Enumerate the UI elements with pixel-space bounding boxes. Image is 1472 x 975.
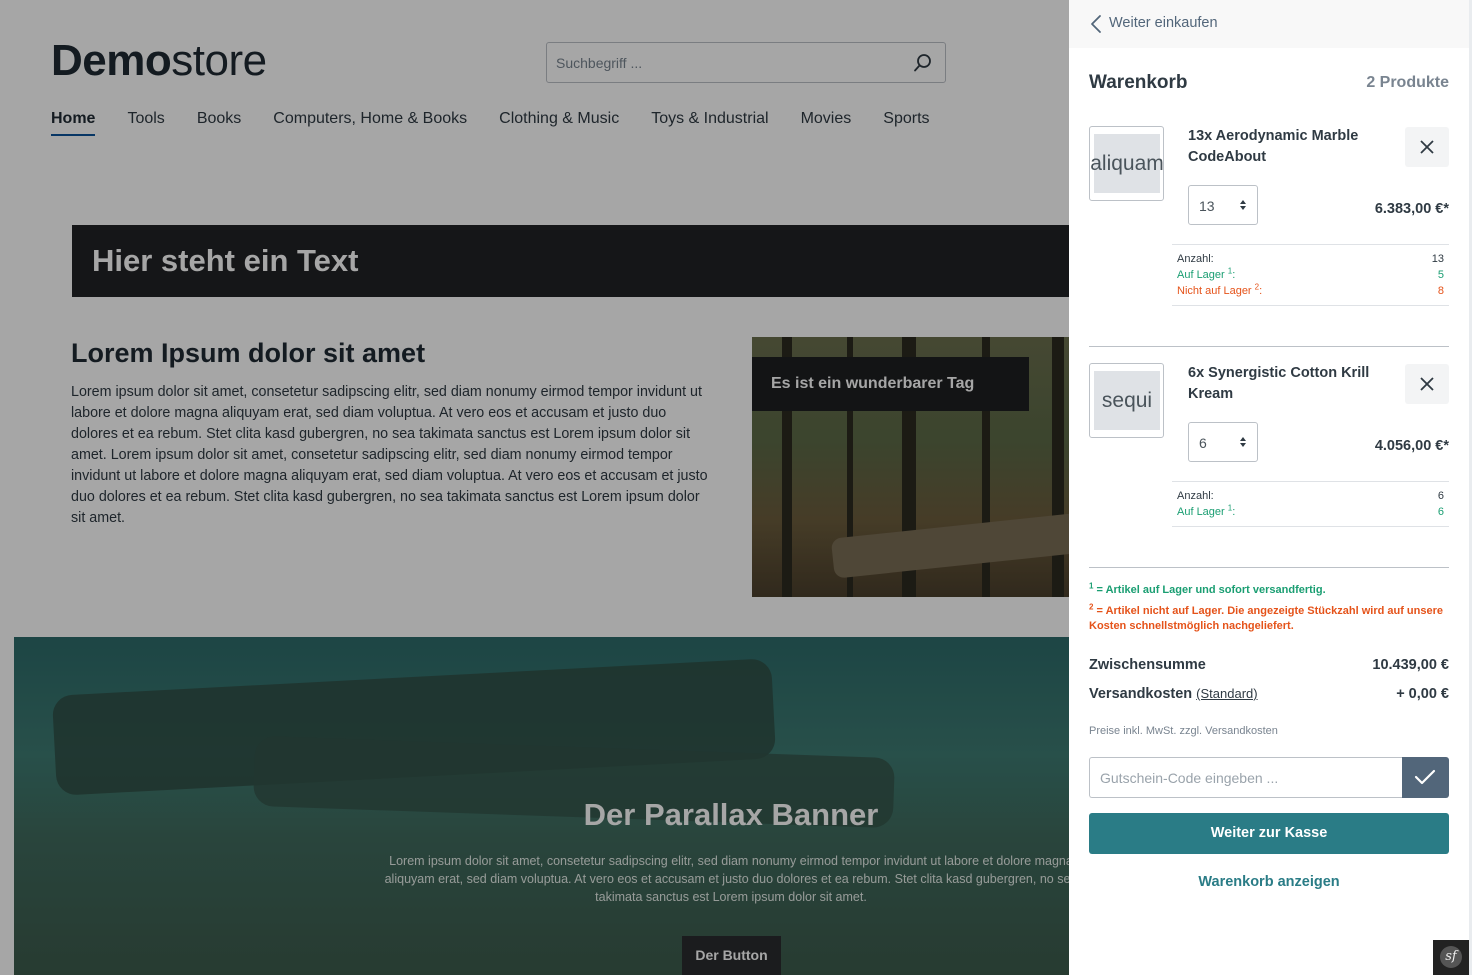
cart-product-count: 2 Produkte (1366, 74, 1449, 91)
quantity-label: Anzahl: (1177, 490, 1214, 502)
chevron-left-icon[interactable] (1090, 14, 1102, 34)
voucher-form (1089, 757, 1449, 798)
cart-offcanvas: Weiter einkaufen Warenkorb 2 Produkte al… (1069, 0, 1469, 975)
divider (1089, 567, 1449, 568)
out-of-stock-label: Nicht auf Lager (1177, 285, 1252, 297)
product-thumbnail-label: sequi (1094, 371, 1160, 430)
in-stock-label: Auf Lager (1177, 269, 1225, 281)
tax-note: Preise inkl. MwSt. zzgl. Versandkosten (1089, 725, 1278, 737)
line-item-price: 4.056,00 €* (1374, 438, 1449, 454)
symfony-icon: sf (1440, 946, 1462, 968)
shipping-label: Versandkosten (1089, 686, 1193, 702)
product-thumbnail-label: aliquam (1090, 134, 1164, 193)
stock-info: Anzahl: 6 Auf Lager 1: 6 (1172, 481, 1449, 527)
product-name[interactable]: 13x Aerodynamic Marble CodeAbout (1188, 126, 1388, 168)
select-arrows-icon (1240, 437, 1246, 447)
shipping-method-link[interactable]: (Standard) (1196, 686, 1257, 701)
legend-out-of-stock: = Artikel nicht auf Lager. Die angezeigt… (1089, 605, 1444, 632)
divider (1089, 346, 1449, 347)
out-of-stock-count: 8 (1437, 285, 1444, 297)
quantity-value: 6 (1199, 435, 1207, 451)
quantity-value: 13 (1199, 198, 1215, 214)
subtotal-label: Zwischensumme (1089, 657, 1206, 673)
remove-item-button[interactable] (1405, 127, 1449, 167)
legend-in-stock: = Artikel auf Lager und sofort versandfe… (1096, 584, 1326, 596)
cart-header-bar: Weiter einkaufen (1069, 0, 1469, 48)
quantity-select[interactable]: 13 (1188, 185, 1258, 225)
subtotal-value: 10.439,00 € (1372, 657, 1449, 673)
close-icon (1420, 140, 1434, 154)
stock-info: Anzahl: 13 Auf Lager 1: 5 Nicht auf Lager … (1172, 244, 1449, 306)
cart-heading: Warenkorb 2 Produkte (1089, 72, 1449, 94)
cart-title: Warenkorb (1089, 72, 1188, 93)
in-stock-label: Auf Lager (1177, 506, 1225, 518)
voucher-submit-button[interactable] (1402, 757, 1449, 798)
quantity-total: 6 (1437, 490, 1444, 502)
in-stock-count: 5 (1437, 269, 1444, 281)
checkout-button[interactable]: Weiter zur Kasse (1089, 813, 1449, 854)
product-thumbnail[interactable]: aliquam (1089, 126, 1164, 201)
subtotal-row: Zwischensumme 10.439,00 € (1089, 657, 1449, 673)
close-icon (1420, 377, 1434, 391)
show-cart-link[interactable]: Warenkorb anzeigen (1089, 874, 1449, 890)
stock-legend: 1 = Artikel auf Lager und sofort versand… (1089, 581, 1444, 632)
product-thumbnail[interactable]: sequi (1089, 363, 1164, 438)
select-arrows-icon (1240, 200, 1246, 210)
in-stock-count: 6 (1437, 506, 1444, 518)
shipping-value: + 0,00 € (1396, 686, 1449, 702)
quantity-total: 13 (1431, 253, 1444, 265)
continue-shopping-link[interactable]: Weiter einkaufen (1109, 15, 1218, 31)
shipping-row: Versandkosten (Standard) + 0,00 € (1089, 686, 1449, 702)
remove-item-button[interactable] (1405, 364, 1449, 404)
checkmark-icon (1414, 769, 1436, 785)
voucher-input[interactable] (1089, 757, 1402, 798)
quantity-select[interactable]: 6 (1188, 422, 1258, 462)
product-name[interactable]: 6x Synergistic Cotton Krill Kream (1188, 363, 1388, 405)
quantity-label: Anzahl: (1177, 253, 1214, 265)
symfony-toolbar-toggle[interactable]: sf (1433, 940, 1469, 975)
line-item-price: 6.383,00 €* (1374, 201, 1449, 217)
